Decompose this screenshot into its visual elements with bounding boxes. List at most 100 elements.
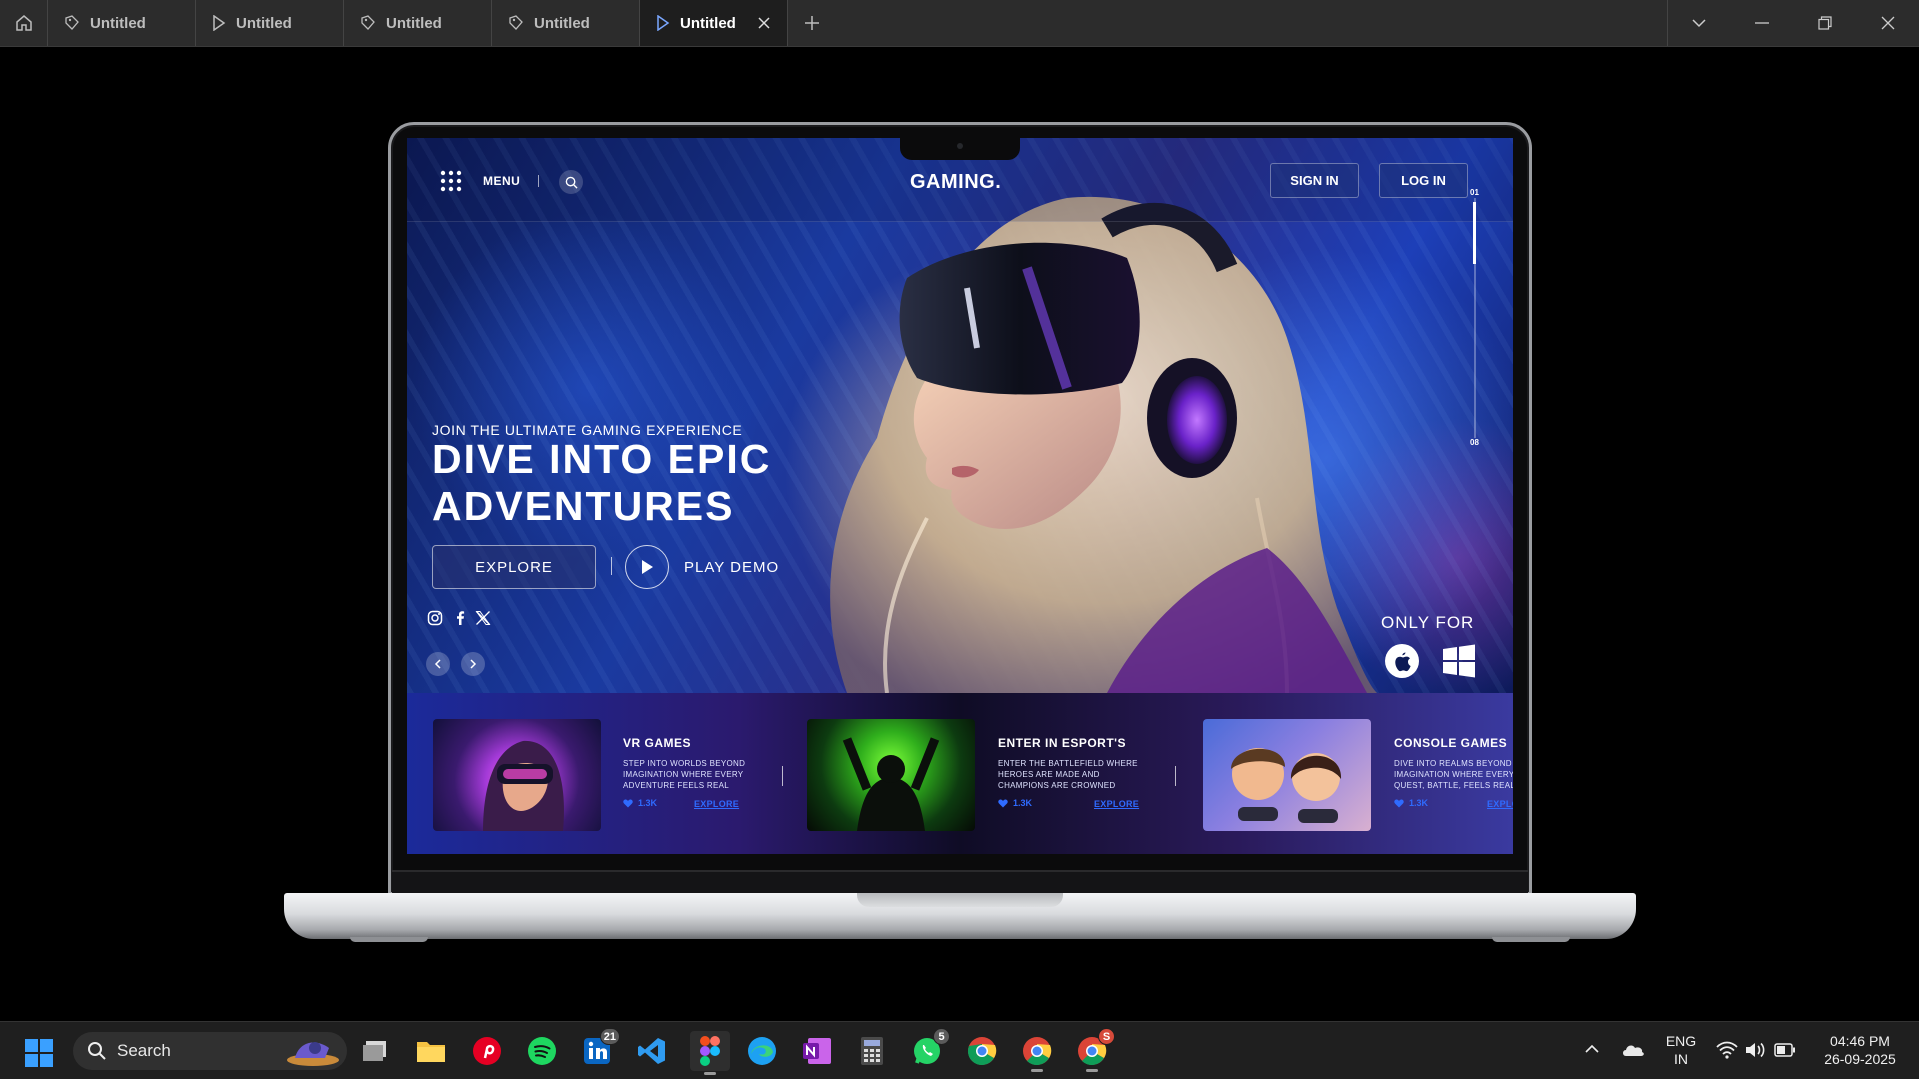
taskbar-calculator[interactable] xyxy=(855,1034,889,1068)
tab-1[interactable]: Untitled xyxy=(48,0,196,46)
minimize-icon xyxy=(1754,22,1769,24)
taskbar-task-view[interactable] xyxy=(359,1034,393,1068)
taskbar-chrome-1[interactable] xyxy=(965,1034,999,1068)
likes-count: 1.3K xyxy=(1013,798,1033,808)
site-search-button[interactable] xyxy=(559,170,583,194)
tab-3[interactable]: Untitled xyxy=(344,0,492,46)
esports-thumbnail xyxy=(842,737,940,831)
facebook-icon[interactable] xyxy=(452,610,468,626)
taskbar-figma[interactable] xyxy=(690,1031,730,1075)
tab-4[interactable]: Untitled xyxy=(492,0,640,46)
card-explore-link[interactable]: EXPLORE xyxy=(694,799,739,809)
chevron-down-icon xyxy=(1692,19,1706,28)
taskbar-whatsapp[interactable]: 5 xyxy=(910,1028,950,1068)
vr-games-image[interactable] xyxy=(433,719,601,831)
play-demo-button[interactable] xyxy=(625,545,669,589)
log-in-button[interactable]: LOG IN xyxy=(1379,163,1468,198)
headline-line-1: DIVE INTO EPIC xyxy=(432,436,772,482)
console-kids-thumbnail xyxy=(1231,748,1342,823)
close-window-button[interactable] xyxy=(1856,0,1919,46)
taskbar-spotify[interactable] xyxy=(525,1034,559,1068)
sign-in-button[interactable]: SIGN IN xyxy=(1270,163,1359,198)
notification-badge: 5 xyxy=(933,1028,950,1045)
laptop-foot xyxy=(1492,937,1570,942)
laptop-screen: MENU GAMING. SIGN IN LOG IN JOIN THE ULT… xyxy=(407,138,1513,854)
search-highlight-icon xyxy=(287,1042,339,1066)
chrome-icon xyxy=(967,1037,997,1066)
apple-icon[interactable] xyxy=(1384,643,1420,679)
prev-slide-button[interactable] xyxy=(426,652,450,676)
play-icon xyxy=(642,560,653,574)
nav-divider xyxy=(538,175,539,187)
language-indicator[interactable]: ENG IN xyxy=(1663,1032,1699,1068)
likes-count: 1.3K xyxy=(1409,798,1429,808)
chrome-icon xyxy=(1023,1037,1052,1066)
tab-2[interactable]: Untitled xyxy=(196,0,344,46)
menu-label[interactable]: MENU xyxy=(483,174,520,188)
slide-progress-fill xyxy=(1473,202,1476,264)
instagram-icon[interactable] xyxy=(427,610,443,626)
esports-image[interactable] xyxy=(807,719,975,831)
tab-label: Untitled xyxy=(236,14,292,32)
play-outline-icon xyxy=(657,15,670,31)
heart-icon xyxy=(623,799,633,807)
edge-icon xyxy=(748,1037,776,1065)
spotify-icon xyxy=(528,1037,556,1065)
chevron-up-icon[interactable] xyxy=(1584,1044,1600,1054)
vr-girl-thumbnail xyxy=(483,740,564,831)
card-title: ENTER IN ESPORT'S xyxy=(998,736,1127,750)
laptop-chin xyxy=(392,870,1528,894)
taskbar-search[interactable]: Search xyxy=(73,1032,347,1070)
play-demo-label[interactable]: PLAY DEMO xyxy=(684,559,779,576)
pinterest-icon xyxy=(473,1037,501,1065)
volume-icon[interactable] xyxy=(1745,1041,1767,1059)
grid-menu-icon[interactable] xyxy=(440,170,462,192)
clock-time: 04:46 PM xyxy=(1830,1033,1890,1049)
wifi-icon[interactable] xyxy=(1716,1041,1738,1059)
search-label: Search xyxy=(117,1041,171,1060)
windows-taskbar: Search 21 5 S ENG IN 04:46 PM 26-09-2025 xyxy=(0,1021,1919,1079)
x-twitter-icon[interactable] xyxy=(475,610,491,626)
calculator-icon xyxy=(861,1037,883,1065)
onedrive-icon[interactable] xyxy=(1621,1041,1645,1057)
active-indicator xyxy=(704,1072,716,1075)
tab-label: Untitled xyxy=(534,14,590,32)
taskbar-vscode[interactable] xyxy=(635,1034,669,1068)
lang-region: IN xyxy=(1674,1051,1688,1067)
taskbar-chrome-2[interactable] xyxy=(1020,1034,1054,1072)
vscode-icon xyxy=(638,1038,665,1064)
card-explore-link[interactable]: EXPLORE xyxy=(1094,799,1139,809)
clock[interactable]: 04:46 PM 26-09-2025 xyxy=(1810,1032,1910,1068)
running-indicator xyxy=(1031,1069,1043,1072)
minimize-button[interactable] xyxy=(1730,0,1793,46)
restore-button[interactable] xyxy=(1793,0,1856,46)
windows-icon[interactable] xyxy=(1441,643,1477,679)
card-explore-link[interactable]: EXPLORE xyxy=(1487,799,1513,809)
chevron-right-icon xyxy=(470,659,477,669)
explore-button[interactable]: EXPLORE xyxy=(432,545,596,589)
card-description: ENTER THE BATTLEFIELD WHERE HEROES ARE M… xyxy=(998,759,1138,790)
tab-label: Untitled xyxy=(680,14,736,32)
taskbar-edge[interactable] xyxy=(745,1034,779,1068)
card-likes: 1.3K xyxy=(1394,798,1428,808)
taskbar-linkedin[interactable]: 21 xyxy=(580,1028,620,1068)
heart-icon xyxy=(998,799,1008,807)
next-slide-button[interactable] xyxy=(461,652,485,676)
figma-icon xyxy=(700,1036,720,1066)
close-icon[interactable] xyxy=(757,16,771,30)
taskbar-file-explorer[interactable] xyxy=(414,1034,448,1068)
windows-logo-icon xyxy=(25,1039,53,1067)
battery-icon[interactable] xyxy=(1774,1043,1796,1057)
tab-5-active[interactable]: Untitled xyxy=(640,0,788,46)
start-button[interactable] xyxy=(22,1036,56,1070)
new-tab-button[interactable] xyxy=(788,0,836,46)
card-divider xyxy=(782,766,783,786)
search-icon xyxy=(565,176,578,189)
site-logo[interactable]: GAMING. xyxy=(910,171,1001,194)
taskbar-onenote[interactable] xyxy=(800,1034,834,1068)
console-games-image[interactable] xyxy=(1203,719,1371,831)
taskbar-chrome-3[interactable]: S xyxy=(1075,1028,1115,1072)
home-button[interactable] xyxy=(0,0,48,46)
tab-list-button[interactable] xyxy=(1667,0,1730,46)
taskbar-pinterest[interactable] xyxy=(470,1034,504,1068)
